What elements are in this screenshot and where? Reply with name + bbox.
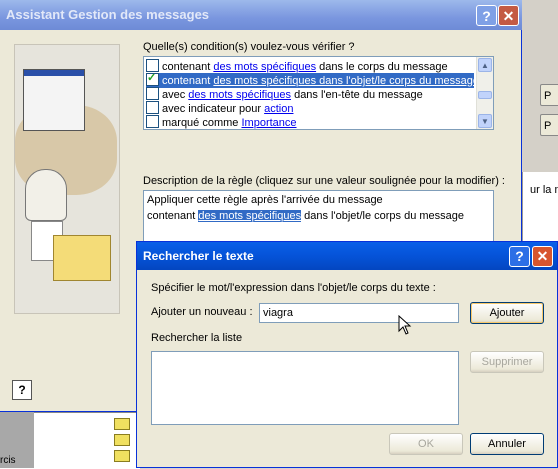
background-folder-label: rcis xyxy=(0,455,16,466)
description-label: Description de la règle (cliquez sur une… xyxy=(143,175,505,187)
background-button[interactable]: P xyxy=(540,114,558,136)
envelope-icon xyxy=(114,450,130,462)
dialog-instruction: Spécifier le mot/l'expression dans l'obj… xyxy=(151,282,436,294)
dialog-title: Rechercher le texte xyxy=(143,249,254,263)
search-list-label: Rechercher la liste xyxy=(151,332,243,344)
scroll-up-icon[interactable]: ▲ xyxy=(478,58,492,72)
wizard-titlebar: Assistant Gestion des messages ? ✕ xyxy=(0,0,522,30)
condition-row[interactable]: avec indicateur pour action xyxy=(146,101,474,116)
condition-checkbox[interactable] xyxy=(146,71,159,86)
scroll-down-icon[interactable]: ▼ xyxy=(478,114,492,128)
background-button[interactable]: P xyxy=(540,84,558,106)
add-button[interactable]: Ajouter xyxy=(470,302,544,324)
condition-link[interactable]: des mots spécifiques xyxy=(213,61,316,73)
cancel-button[interactable]: Annuler xyxy=(470,433,544,455)
search-list[interactable] xyxy=(151,351,459,425)
close-icon[interactable]: ✕ xyxy=(498,5,519,26)
background-text: ur la mo xyxy=(530,184,558,196)
envelope-icon xyxy=(114,418,130,430)
find-text-dialog: Rechercher le texte ? ✕ Spécifier le mot… xyxy=(136,241,558,468)
condition-link[interactable]: action xyxy=(264,103,293,115)
remove-button[interactable]: Supprimer xyxy=(470,351,544,373)
mouse-cursor-icon xyxy=(398,315,412,335)
description-line: Appliquer cette règle après l'arrivée du… xyxy=(147,194,383,206)
wizard-title: Assistant Gestion des messages xyxy=(6,7,210,22)
scroll-thumb[interactable] xyxy=(478,91,492,99)
help-icon[interactable]: ? xyxy=(509,246,530,267)
conditions-list[interactable]: contenant des mots spécifiques dans le c… xyxy=(143,56,494,130)
conditions-scrollbar[interactable]: ▲ ▼ xyxy=(476,57,493,129)
envelope-icon xyxy=(114,434,130,446)
condition-row-selected[interactable]: contenant des mots spécifiques dans l'ob… xyxy=(146,71,479,88)
condition-row[interactable]: marqué comme Importance xyxy=(146,115,474,129)
dialog-titlebar: Rechercher le texte ? ✕ xyxy=(137,242,557,270)
condition-checkbox[interactable] xyxy=(146,87,159,100)
description-line: contenant des mots spécifiques dans l'ob… xyxy=(147,210,465,222)
close-icon[interactable]: ✕ xyxy=(532,246,553,267)
condition-link[interactable]: des mots spécifiques xyxy=(188,89,291,101)
condition-row[interactable]: contenant des mots spécifiques dans le c… xyxy=(146,59,474,74)
condition-row[interactable]: avec des mots spécifiques dans l'en-tête… xyxy=(146,87,474,102)
ok-button[interactable]: OK xyxy=(389,433,463,455)
condition-checkbox[interactable] xyxy=(146,101,159,114)
condition-checkbox[interactable] xyxy=(146,115,159,128)
conditions-label: Quelle(s) condition(s) voulez-vous vérif… xyxy=(143,41,355,53)
help-icon[interactable]: ? xyxy=(476,5,497,26)
description-link[interactable]: des mots spécifiques xyxy=(198,210,302,222)
new-word-input[interactable]: viagra xyxy=(259,303,459,323)
add-new-label: Ajouter un nouveau : xyxy=(151,306,253,318)
wizard-help-icon[interactable]: ? xyxy=(12,380,32,400)
condition-link[interactable]: des mots spécifiques dans l'objet/le cor… xyxy=(213,75,479,87)
condition-link[interactable]: Importance xyxy=(241,117,296,129)
wizard-illustration xyxy=(14,44,120,314)
